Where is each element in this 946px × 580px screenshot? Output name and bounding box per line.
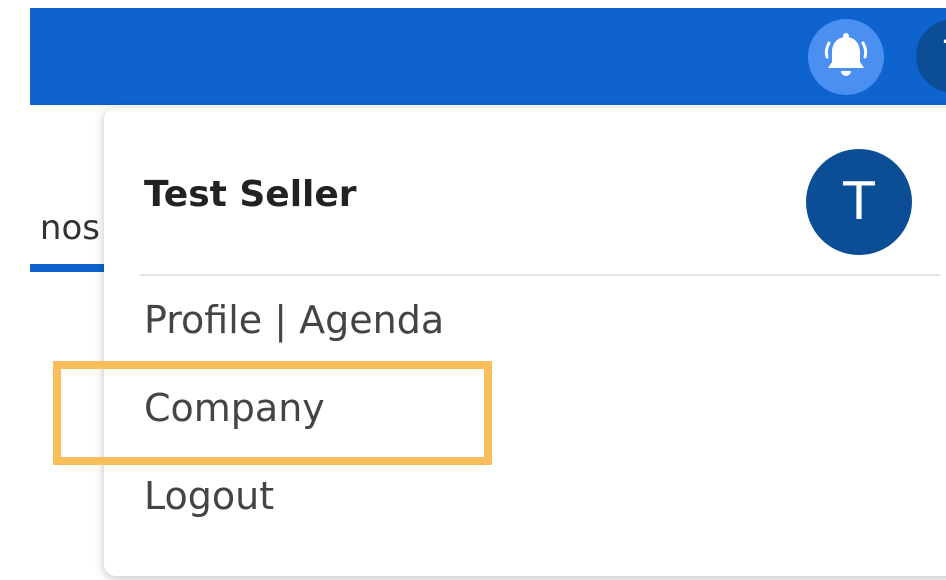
menu-item-company[interactable]: Company [144,386,325,430]
menu-item-logout[interactable]: Logout [144,474,274,518]
user-avatar-button[interactable]: T [916,19,946,93]
user-name: Test Seller [144,174,357,215]
menu-divider [140,274,940,276]
background-tab[interactable]: nos [0,200,112,278]
notifications-button[interactable] [808,19,884,95]
user-dropdown-menu: Test Seller T Profile | Agenda Company L… [104,108,946,576]
avatar: T [806,149,912,255]
menu-item-profile-agenda[interactable]: Profile | Agenda [144,298,444,342]
bell-icon [824,33,868,76]
active-tab-indicator [30,264,112,272]
background-tab-label: nos [39,208,100,248]
app-screen: T nos Test Seller T Profile | Agenda Com… [0,0,946,580]
top-navigation-bar: T [30,8,946,105]
